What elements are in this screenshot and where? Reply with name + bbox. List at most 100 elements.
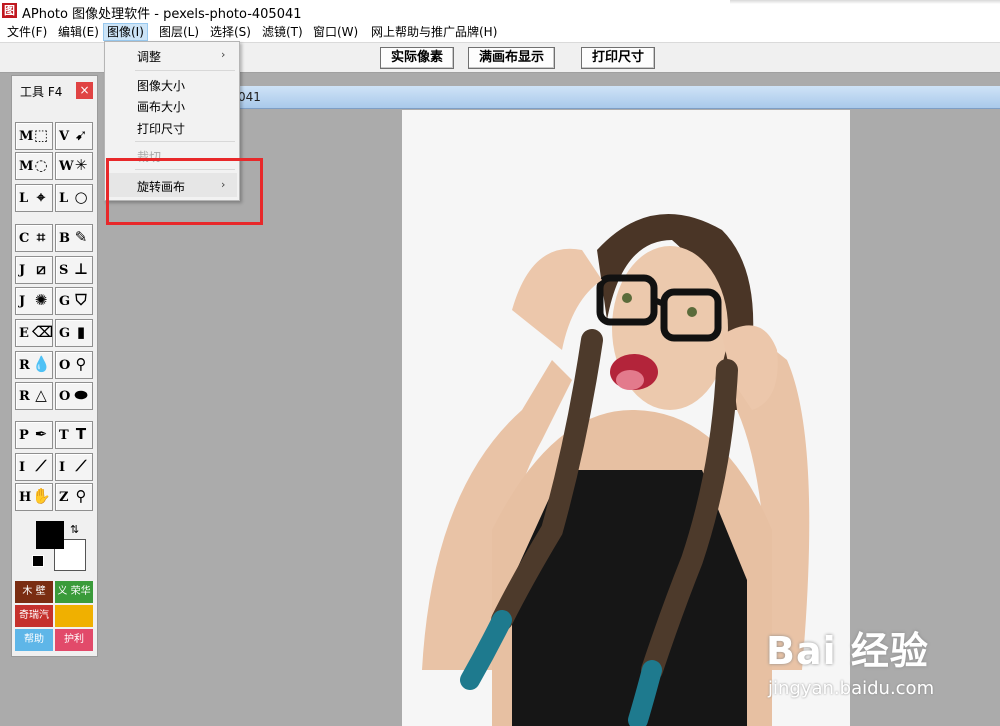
foreground-color-swatch[interactable]: [36, 521, 64, 549]
crop-icon: ⌗: [36, 228, 46, 246]
submenu-arrow-icon: ›: [221, 48, 226, 61]
ad-tile[interactable]: 奇瑞汽车: [15, 605, 53, 643]
menu-item-adjust[interactable]: 调整: [137, 48, 161, 65]
tool-button-brush[interactable]: B ✎: [55, 224, 93, 252]
tool-button-move-tool[interactable]: V ➹: [55, 122, 93, 150]
tool-shortcut-key: C: [19, 231, 30, 246]
pen-icon: ✒: [34, 425, 48, 443]
document-title: 041: [238, 90, 261, 104]
app-icon: 图: [2, 3, 17, 18]
menu-window[interactable]: 窗口(W): [310, 24, 361, 40]
menu-item-canvas-size[interactable]: 画布大小: [137, 98, 185, 115]
tool-button-rect-marquee[interactable]: M ⬚: [15, 122, 53, 150]
tool-shortcut-key: I: [19, 460, 26, 475]
tool-shortcut-key: R: [19, 389, 30, 404]
ellipse-marquee-icon: ◌: [34, 156, 48, 174]
move-tool-icon: ➹: [74, 126, 88, 144]
tool-shortcut-key: O: [59, 358, 71, 373]
tool-shortcut-key: J: [19, 263, 26, 278]
eyedropper-icon: ⟋: [75, 457, 87, 475]
tool-shortcut-key: P: [19, 428, 29, 443]
tool-shortcut-key: O: [59, 389, 71, 404]
tool-button-blur-drop[interactable]: R 💧: [15, 351, 53, 379]
dodge-icon: ⚲: [75, 355, 87, 373]
gradient-icon: ▮: [76, 323, 86, 341]
ad-tile[interactable]: 义 荣华: [55, 581, 93, 603]
menu-bar: 文件(F) 编辑(E) 图像(I) 图层(L) 选择(S) 滤镜(T) 窗口(W…: [0, 22, 1000, 43]
tool-button-lasso[interactable]: L ○: [55, 184, 93, 212]
tool-button-sharpen[interactable]: R △: [15, 382, 53, 410]
tool-button-hand[interactable]: H ✋: [15, 483, 53, 511]
hand-icon: ✋: [32, 487, 51, 505]
ad-tile-eye-icon[interactable]: [55, 605, 93, 627]
menu-image[interactable]: 图像(I): [103, 23, 148, 41]
tool-button-eraser[interactable]: E ⌫: [15, 319, 53, 347]
tool-shortcut-key: L: [59, 191, 69, 206]
color-swatches: ⇅: [32, 521, 96, 581]
lasso-icon: ○: [74, 188, 88, 206]
sharpen-icon: △: [35, 386, 47, 404]
tool-button-ruler[interactable]: I ⟋: [15, 453, 53, 481]
paint-bucket-icon: ⛉: [75, 291, 87, 309]
tool-button-crop[interactable]: C ⌗: [15, 224, 53, 252]
print-size-button[interactable]: 打印尺寸: [581, 47, 656, 69]
menu-item-image-size[interactable]: 图像大小: [137, 77, 185, 94]
brand-ads: 木 壁 义 荣华 奇瑞汽车 帮助 护利: [15, 581, 94, 651]
tool-shortcut-key: V: [59, 129, 70, 144]
tool-shortcut-key: J: [19, 294, 26, 309]
tool-button-pen[interactable]: P ✒: [15, 421, 53, 449]
menu-item-print-size[interactable]: 打印尺寸: [137, 120, 185, 137]
bandage-icon: ⧄: [36, 260, 46, 278]
tool-button-gradient[interactable]: G ▮: [55, 319, 93, 347]
menu-separator: [135, 70, 235, 71]
menu-filter[interactable]: 滤镜(T): [259, 24, 306, 40]
polygon-lasso-icon: ⌖: [36, 188, 46, 206]
tool-button-sponge[interactable]: O ⬬: [55, 382, 93, 410]
tool-button-stamp[interactable]: S ⊥: [55, 256, 93, 284]
menu-help[interactable]: 网上帮助与推广品牌(H): [368, 24, 500, 40]
default-colors-icon[interactable]: [32, 555, 44, 567]
watermark-logo: Bai 经验: [766, 629, 929, 673]
tool-shortcut-key: G: [59, 326, 71, 341]
tool-button-polygon-lasso[interactable]: L ⌖: [15, 184, 53, 212]
tool-button-paint-bucket[interactable]: G ⛉: [55, 287, 93, 315]
fit-canvas-button[interactable]: 满画布显示: [468, 47, 556, 69]
ad-tile[interactable]: 护利: [55, 629, 93, 651]
tool-button-magic-wand[interactable]: W ✳: [55, 152, 93, 180]
ad-tile[interactable]: 帮助: [15, 629, 53, 651]
rect-marquee-icon: ⬚: [33, 126, 49, 144]
zoom-icon: ⚲: [75, 487, 87, 505]
tool-button-zoom[interactable]: Z ⚲: [55, 483, 93, 511]
menu-layer[interactable]: 图层(L): [156, 24, 202, 40]
text-tool-icon: T: [75, 425, 87, 443]
window-title: APhoto 图像处理软件 - pexels-photo-405041: [22, 7, 302, 22]
tool-button-dodge[interactable]: O ⚲: [55, 351, 93, 379]
document-titlebar[interactable]: [232, 86, 1000, 109]
tool-shortcut-key: L: [19, 191, 29, 206]
tool-panel-header[interactable]: 工具 F4 ×: [12, 76, 97, 104]
tool-button-ellipse-marquee[interactable]: M ◌: [15, 152, 53, 180]
baidu-watermark: Bai 经验 jingyan.baidu.com: [766, 620, 934, 699]
tool-shortcut-key: B: [59, 231, 70, 246]
swap-colors-icon[interactable]: ⇅: [70, 523, 79, 536]
tool-button-text-tool[interactable]: TT: [55, 421, 93, 449]
menu-separator: [135, 141, 235, 142]
tool-button-bandage[interactable]: J ⧄: [15, 256, 53, 284]
tool-panel: 工具 F4 × M ⬚ V ➹ M ◌ W ✳ L ⌖ L ○ C ⌗ B ✎ J ⧄ S ⊥ J ✺ G ⛉ E ⌫ G ▮ R 💧 O ⚲…: [11, 75, 98, 657]
tool-button-red-eye[interactable]: J ✺: [15, 287, 53, 315]
tool-shortcut-key: S: [59, 263, 69, 278]
watermark-url: jingyan.baidu.com: [768, 678, 935, 699]
tool-button-eyedropper[interactable]: I ⟋: [55, 453, 93, 481]
magic-wand-icon: ✳: [74, 156, 88, 174]
tool-shortcut-key: G: [59, 294, 71, 309]
red-eye-icon: ✺: [34, 291, 48, 309]
tool-panel-close-button[interactable]: ×: [76, 82, 93, 99]
tool-shortcut-key: T: [59, 428, 69, 443]
actual-pixels-button[interactable]: 实际像素: [380, 47, 455, 69]
ad-tile[interactable]: 木 壁: [15, 581, 53, 603]
tool-shortcut-key: E: [19, 326, 29, 341]
menu-edit[interactable]: 编辑(E): [55, 24, 102, 40]
title-bar: 图 APhoto 图像处理软件 - pexels-photo-405041: [0, 0, 1000, 22]
menu-file[interactable]: 文件(F): [4, 24, 50, 40]
menu-select[interactable]: 选择(S): [207, 24, 254, 40]
